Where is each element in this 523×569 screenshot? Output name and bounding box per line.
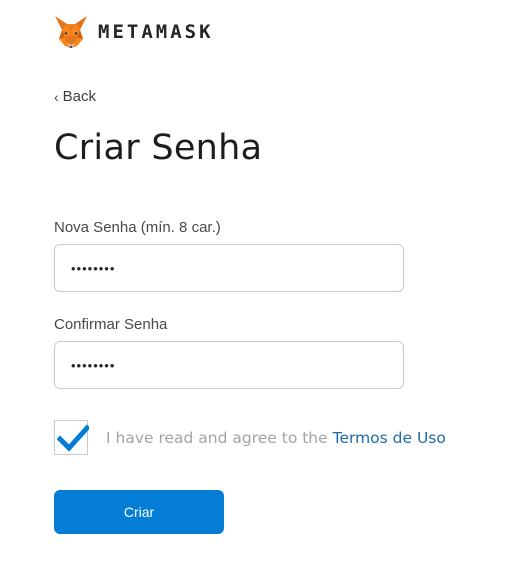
- metamask-fox-icon: [55, 16, 87, 48]
- terms-text: I have read and agree to the Termos de U…: [106, 429, 446, 447]
- page-title: Criar Senha: [54, 128, 263, 168]
- back-label: Back: [62, 88, 97, 105]
- brand-wordmark: METAMASK: [98, 21, 214, 43]
- checkmark-icon: [57, 424, 89, 452]
- new-password-label: Nova Senha (mín. 8 car.): [54, 219, 221, 236]
- chevron-left-icon: ‹: [54, 88, 59, 105]
- terms-prefix: I have read and agree to the: [106, 428, 333, 447]
- terms-of-use-link[interactable]: Termos de Uso: [333, 429, 446, 447]
- back-link[interactable]: ‹ Back: [54, 88, 96, 105]
- create-password-page: METAMASK ‹ Back Criar Senha Nova Senha (…: [0, 0, 523, 569]
- create-button[interactable]: Criar: [54, 490, 224, 534]
- confirm-password-input[interactable]: [54, 341, 404, 389]
- new-password-input[interactable]: [54, 244, 404, 292]
- terms-checkbox[interactable]: [54, 420, 89, 455]
- terms-row: I have read and agree to the Termos de U…: [54, 420, 446, 455]
- app-header: METAMASK: [53, 14, 214, 50]
- confirm-password-label: Confirmar Senha: [54, 316, 168, 333]
